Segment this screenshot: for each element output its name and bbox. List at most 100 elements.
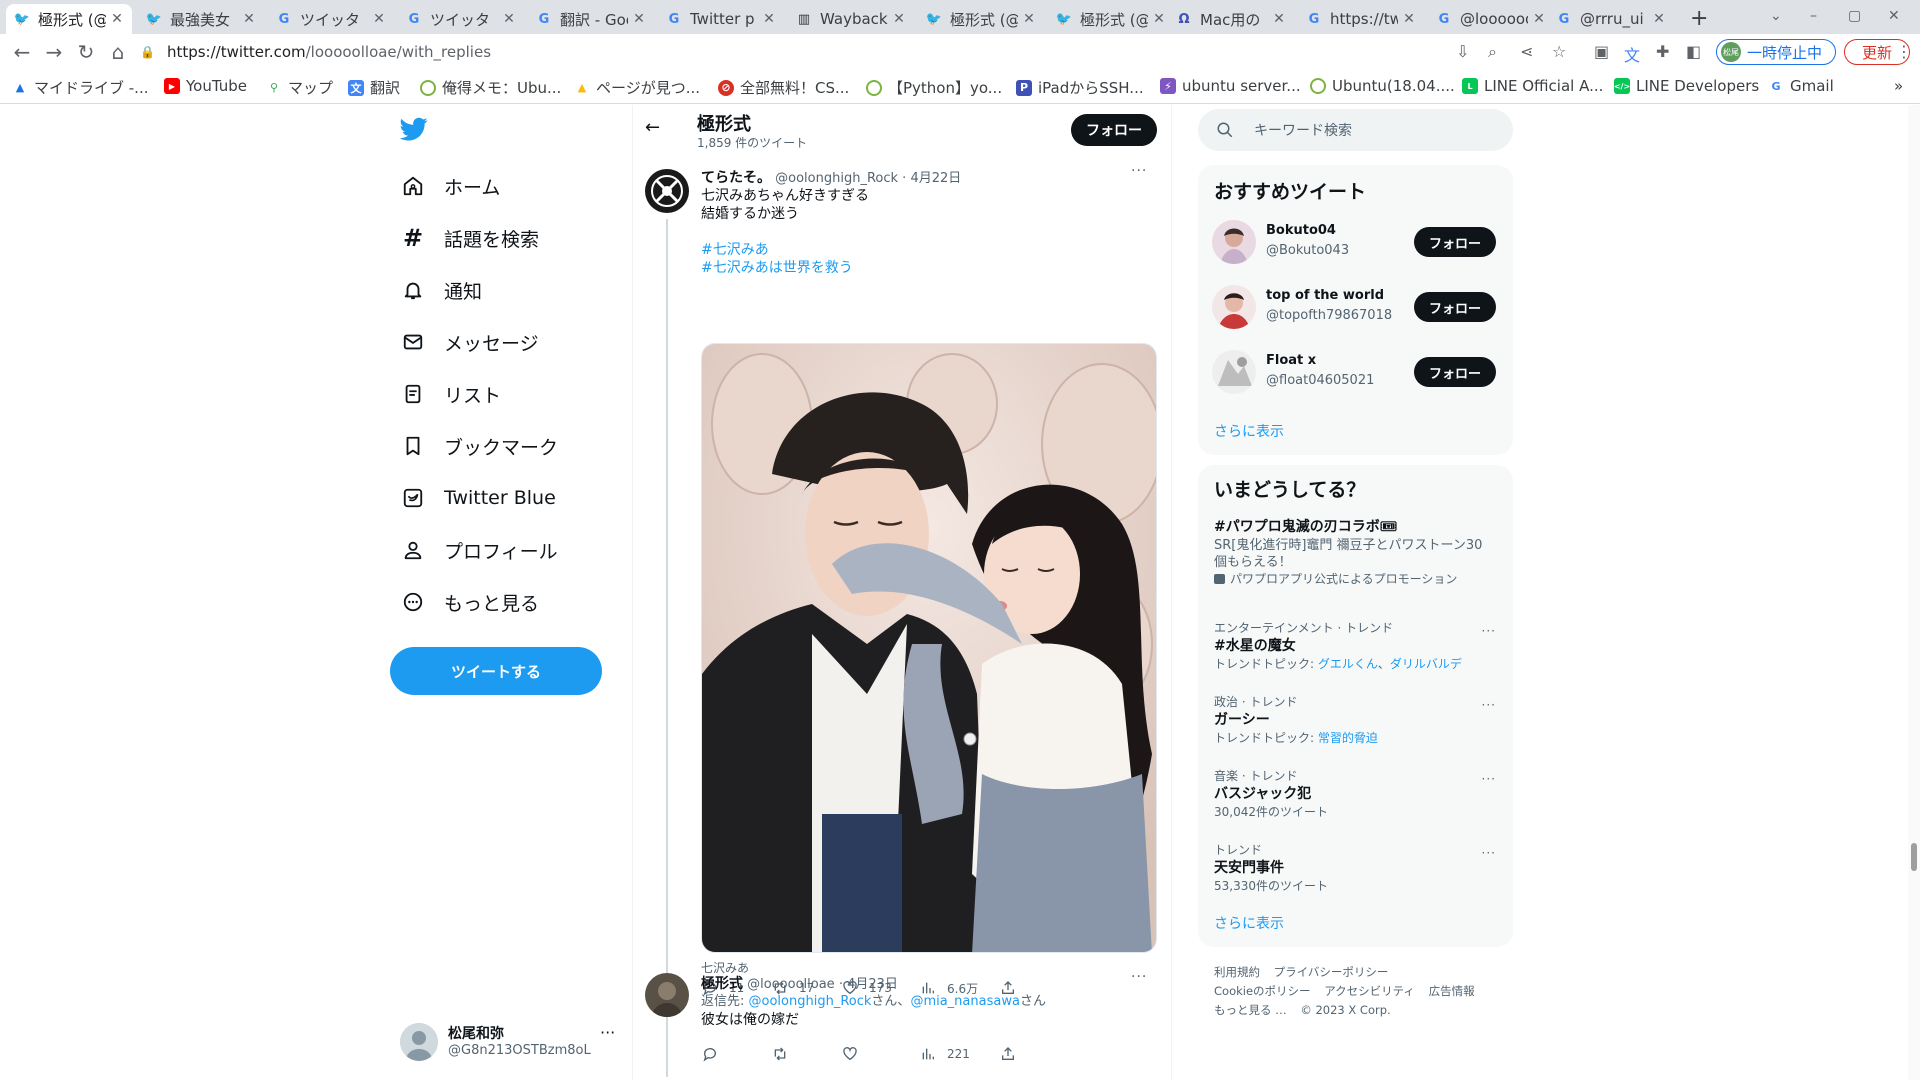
- close-icon[interactable]: ✕: [1272, 11, 1286, 27]
- tweet[interactable]: 極形式 @looooolloae · 4月23日 ··· 返信先: @oolon…: [633, 965, 1171, 1080]
- restore-icon[interactable]: ▢: [1848, 8, 1861, 24]
- tweet-photo[interactable]: [701, 343, 1157, 953]
- close-icon[interactable]: ✕: [1402, 11, 1416, 27]
- trend-item[interactable]: エンターテインメント · トレンド #水星の魔女 トレンドトピック: グエルくん…: [1214, 620, 1504, 672]
- nav-messages[interactable]: メッセージ: [400, 322, 539, 362]
- reply-button[interactable]: [701, 1045, 729, 1063]
- browser-tab[interactable]: ▥ Wayback ✕: [788, 4, 914, 34]
- tweet-button[interactable]: ツイートする: [390, 647, 602, 695]
- show-more-link[interactable]: さらに表示: [1214, 421, 1284, 441]
- avatar[interactable]: [645, 973, 689, 1017]
- close-icon[interactable]: ✕: [762, 11, 776, 27]
- hashtag-link[interactable]: #七沢みあは世界を救う: [701, 259, 853, 277]
- footer-terms-link[interactable]: 利用規約: [1214, 965, 1260, 979]
- browser-tab[interactable]: 🐦 極形式 (@ ✕: [6, 4, 132, 34]
- forward-arrow-icon[interactable]: →: [42, 40, 66, 64]
- follow-button[interactable]: フォロー: [1414, 292, 1496, 322]
- nav-profile[interactable]: プロフィール: [400, 530, 558, 570]
- browser-tab[interactable]: G 翻訳 - Goo ✕: [528, 4, 654, 34]
- bookmark-item[interactable]: 文翻訳: [348, 77, 400, 98]
- close-icon[interactable]: ✕: [1532, 11, 1546, 27]
- more-dots-icon[interactable]: ···: [1131, 163, 1147, 179]
- browser-tab[interactable]: 🐦 極形式 (@ ✕: [1048, 4, 1174, 34]
- browser-tab[interactable]: Ω Mac用の ✕: [1168, 4, 1294, 34]
- hashtag-link[interactable]: #七沢みあ: [701, 241, 769, 259]
- search-input[interactable]: キーワード検索: [1198, 109, 1513, 151]
- browser-tab[interactable]: G @loooooo ✕: [1428, 4, 1554, 34]
- tweet-date[interactable]: 4月22日: [910, 171, 961, 186]
- nav-twitter-blue[interactable]: Twitter Blue: [400, 478, 556, 518]
- bookmark-item[interactable]: Ubuntu(18.04....: [1310, 77, 1455, 95]
- trend-topic-link[interactable]: グエルくん: [1318, 657, 1378, 671]
- trend-item[interactable]: トレンド 天安門事件 53,330件のツイート ···: [1214, 842, 1504, 894]
- browser-tab[interactable]: 🐦 最強美女 ✕: [138, 4, 264, 34]
- follow-button[interactable]: フォロー: [1414, 357, 1496, 387]
- nav-home[interactable]: ホーム: [400, 166, 500, 206]
- browser-tab[interactable]: G @rrru_ui ✕: [1548, 4, 1674, 34]
- page-scrollbar[interactable]: [1908, 105, 1920, 1080]
- who-to-follow-item[interactable]: Bokuto04 @Bokuto043 フォロー: [1212, 217, 1502, 267]
- footer-accessibility-link[interactable]: アクセシビリティ: [1324, 984, 1415, 998]
- nav-more[interactable]: もっと見る: [400, 582, 539, 622]
- nav-bookmarks[interactable]: ブックマーク: [400, 426, 558, 466]
- close-icon[interactable]: ✕: [242, 11, 256, 27]
- browser-tab[interactable]: 🐦 極形式 (@ ✕: [918, 4, 1044, 34]
- show-more-link[interactable]: さらに表示: [1214, 913, 1284, 933]
- nav-notifications[interactable]: 通知: [400, 270, 482, 310]
- more-dots-icon[interactable]: ···: [600, 1023, 615, 1042]
- more-dots-icon[interactable]: ···: [1482, 772, 1496, 786]
- bookmark-item[interactable]: ⚲ マップ: [266, 77, 333, 98]
- views-button[interactable]: 221: [919, 1045, 970, 1063]
- more-dots-icon[interactable]: ···: [1482, 698, 1496, 712]
- close-icon[interactable]: ✕: [632, 11, 646, 27]
- tab-search-icon[interactable]: ⌄: [1770, 8, 1782, 24]
- avatar[interactable]: [1212, 285, 1256, 329]
- mention-link[interactable]: @mia_nanasawa: [910, 994, 1020, 1009]
- display-name[interactable]: てらたそ。: [701, 170, 771, 186]
- trend-topic-link[interactable]: ダリルバルデ: [1390, 657, 1462, 671]
- browser-tab[interactable]: G ツイッタ ✕: [398, 4, 524, 34]
- nav-lists[interactable]: リスト: [400, 374, 501, 414]
- handle[interactable]: @oolonghigh_Rock: [775, 171, 898, 186]
- address-bar[interactable]: 🔒 https://twitter.com/looooolloae/with_r…: [140, 37, 1460, 67]
- tweet[interactable]: てらたそ。 @oolonghigh_Rock · 4月22日 ··· 七沢みあち…: [633, 157, 1171, 1077]
- bookmark-item[interactable]: 俺得メモ：Ubu...: [420, 77, 561, 98]
- more-dots-icon[interactable]: ···: [1131, 969, 1147, 985]
- new-tab-button[interactable]: +: [1690, 6, 1708, 31]
- reload-icon[interactable]: ↻: [74, 40, 98, 64]
- display-name[interactable]: 極形式: [701, 976, 743, 992]
- profile-paused-button[interactable]: 松尾 一時停止中: [1716, 39, 1836, 65]
- zoom-icon[interactable]: ⌕: [1488, 42, 1497, 62]
- bookmark-item[interactable]: </> LINE Developers: [1614, 77, 1759, 95]
- puzzle-icon[interactable]: ✚: [1656, 42, 1669, 61]
- minimize-icon[interactable]: –: [1810, 8, 1817, 24]
- bookmark-item[interactable]: ⊘ 全部無料！CS...: [718, 77, 849, 98]
- translate-extension-icon[interactable]: 文: [1624, 42, 1640, 66]
- more-dots-icon[interactable]: ···: [1482, 624, 1496, 638]
- more-dots-icon[interactable]: ···: [1482, 846, 1496, 860]
- close-icon[interactable]: ✕: [1652, 11, 1666, 27]
- follow-button[interactable]: フォロー: [1414, 227, 1496, 257]
- share-icon[interactable]: ⋖: [1520, 42, 1533, 61]
- nav-explore[interactable]: # 話題を検索: [400, 218, 539, 258]
- bookmark-item[interactable]: ▲ ページが見つ...: [574, 77, 700, 98]
- home-icon[interactable]: ⌂: [106, 40, 130, 64]
- scrollbar-thumb[interactable]: [1911, 843, 1917, 871]
- extension-icon[interactable]: ▣: [1594, 42, 1609, 61]
- mention-link[interactable]: @oolonghigh_Rock: [749, 994, 872, 1009]
- bookmark-item[interactable]: ⚡ ubuntu server...: [1160, 77, 1301, 95]
- promoted-trend[interactable]: #パワプロ鬼滅の刃コラボ🎟 SR[鬼化進行時]竈門 禰豆子とパワストーン30 個…: [1214, 517, 1504, 587]
- follow-button[interactable]: フォロー: [1071, 114, 1157, 146]
- side-panel-icon[interactable]: ◧: [1686, 42, 1701, 61]
- bookmark-item[interactable]: G Gmail: [1768, 77, 1833, 95]
- footer-ads-link[interactable]: 広告情報: [1429, 984, 1475, 998]
- back-arrow-icon[interactable]: ←: [10, 40, 34, 64]
- twitter-logo-icon[interactable]: [400, 115, 428, 143]
- browser-tab[interactable]: G Twitter p ✕: [658, 4, 784, 34]
- footer-cookie-link[interactable]: Cookieのポリシー: [1214, 984, 1311, 998]
- star-icon[interactable]: ☆: [1552, 42, 1566, 61]
- bookmark-item[interactable]: ▶ YouTube: [164, 77, 247, 95]
- handle[interactable]: @looooolloae: [747, 977, 835, 992]
- close-icon[interactable]: ✕: [892, 11, 906, 27]
- trend-item[interactable]: 政治 · トレンド ガーシー トレンドトピック: 常習的脅迫 ···: [1214, 694, 1504, 746]
